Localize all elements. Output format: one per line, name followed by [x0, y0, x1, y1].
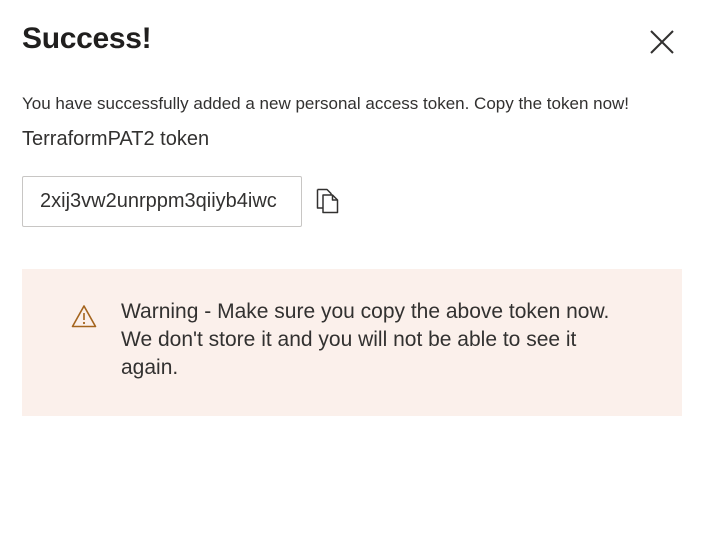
token-name-label: TerraformPAT2 token — [22, 128, 210, 150]
dialog-title: Success! — [22, 22, 152, 55]
token-value-field[interactable] — [22, 176, 302, 227]
warning-text: Warning - Make sure you copy the above t… — [121, 300, 610, 379]
close-icon — [650, 30, 674, 54]
success-dialog: Success! You have successfully added a n… — [0, 0, 712, 553]
warning-icon — [71, 305, 97, 328]
warning-message-bar: Warning - Make sure you copy the above t… — [22, 269, 682, 416]
copy-token-button[interactable] — [314, 186, 342, 216]
copy-icon — [316, 188, 339, 214]
success-message: You have successfully added a new person… — [22, 94, 630, 113]
close-button[interactable] — [646, 26, 678, 58]
